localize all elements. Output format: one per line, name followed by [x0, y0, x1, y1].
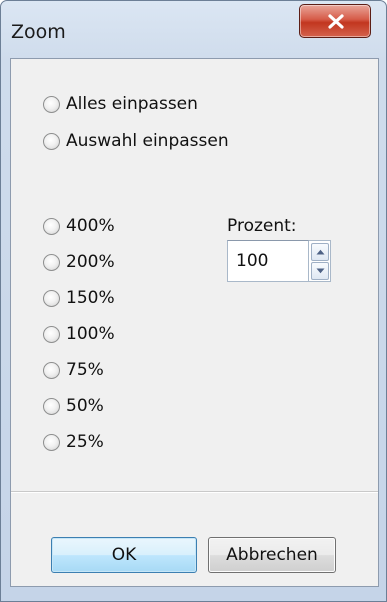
radio-zoom-150[interactable]: 150%	[43, 288, 115, 308]
radio-label: 75%	[66, 360, 104, 380]
radio-label: Auswahl einpassen	[66, 131, 229, 151]
separator	[11, 491, 378, 493]
percent-input[interactable]	[227, 240, 309, 282]
dialog-content: Alles einpassen Auswahl einpassen 400% 2…	[10, 58, 379, 587]
radio-button-icon	[43, 132, 60, 150]
radio-label: 400%	[66, 216, 115, 236]
radio-label: 100%	[66, 324, 115, 344]
radio-button-icon	[43, 361, 60, 379]
radio-zoom-50[interactable]: 50%	[43, 396, 104, 416]
ok-button[interactable]: OK	[51, 537, 197, 573]
radio-button-icon	[43, 289, 60, 307]
radio-fit-selection[interactable]: Auswahl einpassen	[43, 131, 229, 151]
close-button[interactable]	[299, 4, 371, 38]
radio-button-icon	[43, 325, 60, 343]
dialog-title: Zoom	[11, 21, 66, 43]
radio-zoom-100[interactable]: 100%	[43, 324, 115, 344]
cancel-button[interactable]: Abbrechen	[208, 537, 336, 573]
percent-spinner	[309, 240, 331, 282]
close-icon	[328, 14, 344, 29]
radio-button-icon	[43, 433, 60, 451]
radio-zoom-400[interactable]: 400%	[43, 216, 115, 236]
spin-down-button[interactable]	[311, 262, 329, 280]
radio-button-icon	[43, 217, 60, 235]
arrow-up-icon	[316, 249, 325, 255]
radio-label: Alles einpassen	[66, 94, 198, 114]
radio-button-icon	[43, 95, 60, 113]
radio-label: 25%	[66, 432, 104, 452]
radio-label: 200%	[66, 252, 115, 272]
arrow-down-icon	[316, 268, 325, 274]
radio-fit-all[interactable]: Alles einpassen	[43, 94, 198, 114]
radio-zoom-25[interactable]: 25%	[43, 432, 104, 452]
radio-zoom-200[interactable]: 200%	[43, 252, 115, 272]
radio-button-icon	[43, 397, 60, 415]
percent-label: Prozent:	[227, 216, 297, 236]
radio-button-icon	[43, 253, 60, 271]
title-bar[interactable]: Zoom	[1, 1, 386, 57]
radio-label: 150%	[66, 288, 115, 308]
zoom-dialog: Zoom Alles einpassen Auswahl einpassen 4…	[0, 0, 387, 602]
radio-zoom-75[interactable]: 75%	[43, 360, 104, 380]
spin-up-button[interactable]	[311, 243, 329, 261]
radio-label: 50%	[66, 396, 104, 416]
